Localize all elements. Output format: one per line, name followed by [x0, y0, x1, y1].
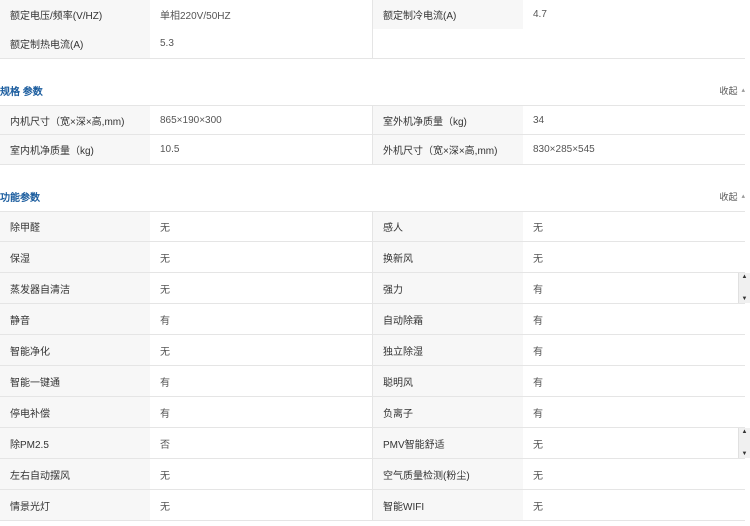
row-label: 保湿: [0, 242, 150, 272]
row-label: 额定电压/频率(V/HZ): [0, 0, 150, 29]
row-label: [372, 29, 523, 58]
row-label: 除PM2.5: [0, 428, 150, 458]
spec-row: 室内机净质量（kg) 10.5 外机尺寸（宽×深×高,mm) 830×285×5…: [0, 135, 745, 165]
row-label: 左右自动摆风: [0, 459, 150, 489]
spec-row: 额定电压/频率(V/HZ) 单相220V/50HZ 额定制冷电流(A) 4.7: [0, 0, 745, 30]
collapse-button[interactable]: 收起 ▴: [719, 190, 745, 203]
row-label: 智能一键通: [0, 366, 150, 396]
row-label: 感人: [372, 212, 523, 241]
row-label: 空气质量检测(粉尘): [372, 459, 523, 489]
row-value: 有: [523, 273, 745, 303]
function-row: 静音有自动除霜有: [0, 304, 745, 335]
row-value: 无: [523, 428, 745, 458]
row-label: 停电补偿: [0, 397, 150, 427]
row-label: 静音: [0, 304, 150, 334]
row-label: 自动除霜: [372, 304, 523, 334]
row-value: 无: [523, 212, 745, 241]
chevron-up-icon: ▴: [741, 87, 745, 94]
row-label: 内机尺寸（宽×深×高,mm): [0, 106, 150, 134]
function-row: 除甲醛无感人无: [0, 211, 745, 242]
row-label: 除甲醛: [0, 212, 150, 241]
row-label: 智能净化: [0, 335, 150, 365]
function-row: 蒸发器自清洁无强力有: [0, 273, 745, 304]
scrollbar[interactable]: ▲ ▼: [738, 428, 750, 458]
row-value: 有: [523, 397, 745, 427]
collapse-label: 收起: [719, 191, 738, 202]
row-value: 无: [150, 335, 372, 365]
row-value: 单相220V/50HZ: [150, 0, 372, 29]
section-title: 功能参数: [0, 192, 40, 204]
spec-section-header: 规格 参数 收起 ▴: [0, 80, 745, 100]
row-value: 有: [150, 304, 372, 334]
row-label: 负离子: [372, 397, 523, 427]
row-label: 情景光灯: [0, 490, 150, 520]
function-row: 智能一键通有聪明风有: [0, 366, 745, 397]
row-value: 无: [150, 490, 372, 520]
row-value: 4.7: [523, 0, 745, 29]
row-value: [523, 29, 745, 58]
func-section-header: 功能参数 收起 ▴: [0, 186, 745, 206]
row-value: 无: [150, 242, 372, 272]
row-label: 外机尺寸（宽×深×高,mm): [372, 135, 523, 164]
function-row: 智能净化无独立除湿有: [0, 335, 745, 366]
scroll-up-icon[interactable]: ▲: [742, 428, 748, 436]
row-label: 智能WIFI: [372, 490, 523, 520]
row-value: 无: [150, 273, 372, 303]
row-value: 830×285×545: [523, 135, 745, 164]
row-label: 室外机净质量（kg): [372, 106, 523, 134]
function-row: 左右自动摆风无空气质量检测(粉尘) 无: [0, 459, 745, 490]
function-row: 情景光灯无智能WIFI 无: [0, 490, 745, 521]
collapse-button[interactable]: 收起 ▴: [719, 84, 745, 97]
row-label: 蒸发器自清洁: [0, 273, 150, 303]
row-value: 有: [523, 366, 745, 396]
collapse-label: 收起: [719, 85, 738, 96]
chevron-up-icon: ▴: [741, 193, 745, 200]
row-label: 室内机净质量（kg): [0, 135, 150, 164]
row-value: 有: [150, 366, 372, 396]
function-row: 保湿无换新风无: [0, 242, 745, 273]
scroll-down-icon[interactable]: ▼: [742, 295, 748, 303]
spec-row: 额定制热电流(A) 5.3: [0, 29, 745, 59]
function-row: 停电补偿有负离子有: [0, 397, 745, 428]
row-value: 5.3: [150, 29, 372, 58]
scroll-up-icon[interactable]: ▲: [742, 273, 748, 281]
row-label: 额定制冷电流(A): [372, 0, 523, 29]
spec-row: 内机尺寸（宽×深×高,mm) 865×190×300 室外机净质量（kg) 34: [0, 105, 745, 135]
row-value: 无: [150, 459, 372, 489]
scroll-down-icon[interactable]: ▼: [742, 450, 748, 458]
function-row: 除PM2.5 否 PMV智能舒适无: [0, 428, 745, 459]
row-value: 无: [150, 212, 372, 241]
row-label: 聪明风: [372, 366, 523, 396]
row-label: PMV智能舒适: [372, 428, 523, 458]
row-value: 无: [523, 490, 745, 520]
row-value: 10.5: [150, 135, 372, 164]
row-value: 有: [523, 304, 745, 334]
row-value: 865×190×300: [150, 106, 372, 134]
row-value: 否: [150, 428, 372, 458]
row-label: 独立除湿: [372, 335, 523, 365]
scrollbar[interactable]: ▲ ▼: [738, 273, 750, 303]
row-value: 无: [523, 242, 745, 272]
row-label: 额定制热电流(A): [0, 29, 150, 58]
row-label: 强力: [372, 273, 523, 303]
section-title: 规格 参数: [0, 86, 43, 98]
row-label: 换新风: [372, 242, 523, 272]
row-value: 有: [150, 397, 372, 427]
row-value: 有: [523, 335, 745, 365]
row-value: 34: [523, 106, 745, 134]
row-value: 无: [523, 459, 745, 489]
